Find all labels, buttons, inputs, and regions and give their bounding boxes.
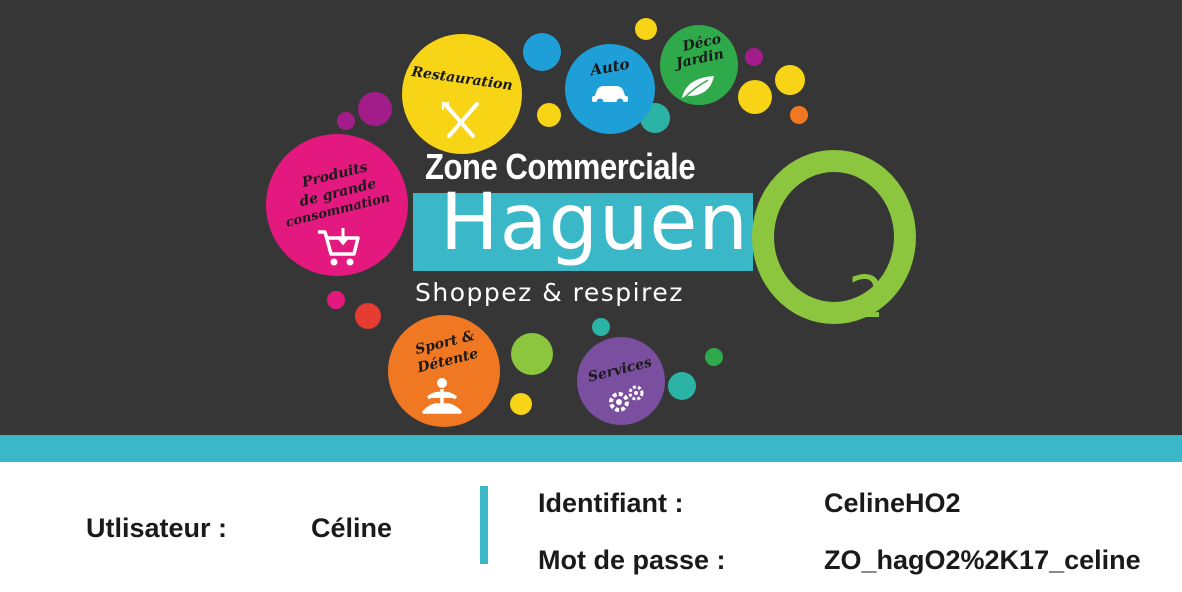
separator <box>480 486 488 564</box>
decor-dot <box>358 92 392 126</box>
brand-subscript: 2 <box>848 263 885 331</box>
id-label: Identifiant : <box>538 488 684 518</box>
decor-dot <box>775 65 805 95</box>
password-value: ZO_hagO2%2K17_celine <box>824 545 1141 575</box>
brand-letter-o <box>752 150 916 324</box>
meditation-icon <box>422 378 462 414</box>
decor-dot <box>668 372 696 400</box>
decor-dot <box>738 80 772 114</box>
car-icon <box>592 86 628 106</box>
id-value: CelineHO2 <box>824 488 961 518</box>
credentials-panel: Utlisateur : Céline Identifiant : Celine… <box>0 462 1182 592</box>
decor-dot <box>355 303 381 329</box>
decor-dot <box>790 106 808 124</box>
brand-name: Haguen <box>440 178 749 268</box>
user-value: Céline <box>311 513 393 543</box>
decor-dot <box>745 48 763 66</box>
tagline: Shoppez & respirez <box>415 278 684 307</box>
password-label: Mot de passe : <box>538 545 726 575</box>
decor-dot <box>635 18 657 40</box>
gears-icon <box>609 385 644 412</box>
fork-knife-icon <box>442 102 479 138</box>
user-label: Utlisateur : <box>86 513 228 543</box>
decor-dot <box>537 103 561 127</box>
decor-dot <box>511 333 553 375</box>
decor-dot <box>592 318 610 336</box>
decor-dot <box>705 348 723 366</box>
cyan-stripe <box>0 435 1182 462</box>
shopping-cart-icon <box>318 228 360 266</box>
decor-dot <box>327 291 345 309</box>
decor-dot <box>510 393 532 415</box>
leaf-icon <box>682 76 714 99</box>
decor-dot <box>523 33 561 71</box>
decor-dot <box>337 112 355 130</box>
banner: Restauration Auto Déco Jardin Produits d… <box>0 0 1182 435</box>
